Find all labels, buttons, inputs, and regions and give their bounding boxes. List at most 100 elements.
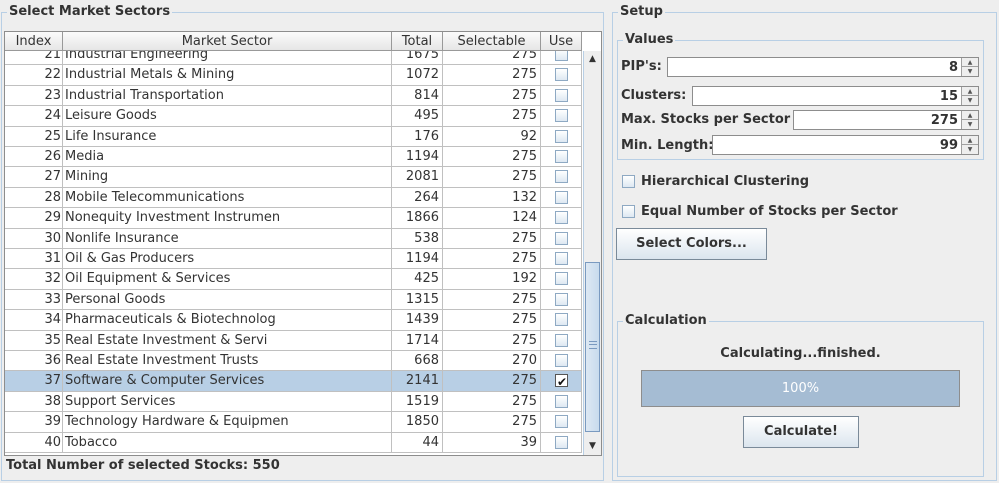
row-use-cell[interactable]	[541, 412, 582, 433]
row-use-cell[interactable]	[541, 249, 582, 270]
row-use-cell[interactable]	[541, 208, 582, 229]
table-row[interactable]: 21 Industrial Engineering 1675 275	[5, 51, 582, 66]
spinner-up-icon[interactable]: ▲	[962, 136, 978, 145]
use-checkbox[interactable]	[555, 150, 568, 163]
use-checkbox[interactable]	[555, 354, 568, 367]
use-checkbox[interactable]	[555, 211, 568, 225]
row-use-cell[interactable]	[541, 106, 582, 127]
table-row[interactable]: 27 Mining 2081 275	[5, 167, 582, 188]
spinner-down-icon[interactable]: ▼	[962, 96, 978, 105]
row-use-cell[interactable]	[541, 289, 582, 311]
use-checkbox[interactable]	[555, 68, 568, 82]
use-checkbox[interactable]	[555, 51, 568, 61]
use-checkbox[interactable]	[555, 313, 568, 327]
table-row[interactable]: 34 Pharmaceuticals & Biotechnolog 1439 275	[5, 310, 582, 331]
table-row[interactable]: 30 Nonlife Insurance 538 275	[5, 228, 582, 249]
use-checkbox[interactable]	[555, 109, 568, 123]
row-use-cell[interactable]	[541, 269, 582, 290]
row-use-cell[interactable]	[541, 432, 582, 453]
row-use-cell[interactable]	[541, 187, 582, 209]
pips-spinner-arrows[interactable]: ▲ ▼	[961, 58, 978, 76]
row-use-cell[interactable]	[541, 147, 582, 168]
equal-number-checkbox[interactable]: Equal Number of Stocks per Sector	[622, 204, 922, 220]
row-total: 1072	[392, 65, 443, 86]
use-checkbox[interactable]	[555, 272, 568, 286]
spinner-down-icon[interactable]: ▼	[962, 67, 978, 76]
hierarchical-clustering-checkbox[interactable]: Hierarchical Clustering	[622, 174, 922, 190]
table-row[interactable]: 35 Real Estate Investment & Servi 1714 275	[5, 330, 582, 351]
use-checkbox[interactable]	[555, 170, 568, 184]
row-use-cell[interactable]	[541, 126, 582, 147]
use-checkbox[interactable]	[555, 435, 568, 449]
header-index[interactable]: Index	[5, 32, 63, 50]
max-stocks-spinner[interactable]: 275 ▲ ▼	[793, 110, 979, 130]
pips-spinner[interactable]: 8 ▲ ▼	[667, 57, 979, 77]
spinner-up-icon[interactable]: ▲	[962, 58, 978, 67]
spinner-down-icon[interactable]: ▼	[962, 120, 978, 129]
table-scrollbar[interactable]: ▲ ▼	[583, 51, 601, 455]
use-checkbox[interactable]	[555, 292, 568, 306]
max-stocks-spinner-arrows[interactable]: ▲ ▼	[961, 111, 978, 129]
table-row[interactable]: 33 Personal Goods 1315 275	[5, 289, 582, 311]
checkbox-icon[interactable]	[622, 175, 635, 188]
table-row[interactable]: 23 Industrial Transportation 814 275	[5, 85, 582, 107]
pips-value[interactable]: 8	[949, 58, 958, 77]
table-row[interactable]: 31 Oil & Gas Producers 1194 275	[5, 249, 582, 270]
row-sector: Mining	[63, 167, 392, 188]
calculate-button[interactable]: Calculate!	[743, 416, 859, 448]
spinner-up-icon[interactable]: ▲	[962, 87, 978, 96]
row-use-cell[interactable]	[541, 167, 582, 188]
table-row[interactable]: 39 Technology Hardware & Equipmen 1850 275	[5, 412, 582, 433]
checkbox-icon[interactable]	[622, 205, 635, 218]
scroll-thumb[interactable]	[585, 262, 600, 432]
row-use-cell[interactable]	[541, 85, 582, 107]
selected-stocks-total: Total Number of selected Stocks: 550	[6, 458, 280, 473]
table-row[interactable]: 29 Nonequity Investment Instrumen 1866 124	[5, 208, 582, 229]
row-use-cell[interactable]	[541, 330, 582, 351]
table-row[interactable]: 36 Real Estate Investment Trusts 668 270	[5, 351, 582, 372]
row-use-cell[interactable]	[541, 310, 582, 331]
table-row[interactable]: 25 Life Insurance 176 92	[5, 126, 582, 147]
row-use-cell[interactable]	[541, 228, 582, 249]
min-length-spinner[interactable]: 99 ▲ ▼	[712, 135, 979, 155]
table-row[interactable]: 37 Software & Computer Services 2141 275 ✔	[5, 371, 582, 392]
table-row[interactable]: 22 Industrial Metals & Mining 1072 275	[5, 65, 582, 86]
spinner-up-icon[interactable]: ▲	[962, 111, 978, 120]
use-checkbox[interactable]	[555, 415, 568, 429]
table-row[interactable]: 26 Media 1194 275	[5, 147, 582, 168]
row-use-cell[interactable]	[541, 65, 582, 86]
spinner-down-icon[interactable]: ▼	[962, 145, 978, 154]
table-row[interactable]: 38 Support Services 1519 275	[5, 391, 582, 413]
use-checkbox[interactable]	[555, 252, 568, 265]
row-selectable: 92	[443, 126, 541, 147]
use-checkbox[interactable]	[555, 190, 568, 204]
row-use-cell[interactable]	[541, 391, 582, 413]
min-length-spinner-arrows[interactable]: ▲ ▼	[961, 136, 978, 154]
row-use-cell[interactable]	[541, 351, 582, 372]
header-use[interactable]: Use	[541, 32, 582, 50]
clusters-value[interactable]: 15	[940, 87, 958, 106]
table-row[interactable]: 24 Leisure Goods 495 275	[5, 106, 582, 127]
use-checkbox[interactable]	[555, 231, 568, 245]
row-use-cell[interactable]: ✔	[541, 371, 582, 392]
clusters-spinner[interactable]: 15 ▲ ▼	[692, 86, 979, 106]
max-stocks-value[interactable]: 275	[931, 111, 958, 130]
row-use-cell[interactable]	[541, 51, 582, 66]
scroll-down-icon[interactable]: ▼	[584, 438, 601, 455]
scroll-up-icon[interactable]: ▲	[584, 51, 601, 68]
use-checkbox[interactable]	[555, 333, 568, 347]
use-checkbox[interactable]	[555, 88, 568, 102]
use-checkbox[interactable]: ✔	[555, 374, 568, 389]
use-checkbox[interactable]	[555, 394, 568, 408]
table-row[interactable]: 28 Mobile Telecommunications 264 132	[5, 187, 582, 209]
header-total[interactable]: Total	[392, 32, 443, 50]
table-row[interactable]: 32 Oil Equipment & Services 425 192	[5, 269, 582, 290]
header-market-sector[interactable]: Market Sector	[63, 32, 392, 50]
use-checkbox[interactable]	[555, 129, 568, 143]
clusters-spinner-arrows[interactable]: ▲ ▼	[961, 87, 978, 105]
table-row[interactable]: 40 Tobacco 44 39	[5, 432, 582, 453]
min-length-value[interactable]: 99	[940, 136, 958, 155]
row-selectable: 275	[443, 65, 541, 86]
select-colors-button[interactable]: Select Colors...	[616, 228, 767, 260]
header-selectable[interactable]: Selectable	[443, 32, 541, 50]
